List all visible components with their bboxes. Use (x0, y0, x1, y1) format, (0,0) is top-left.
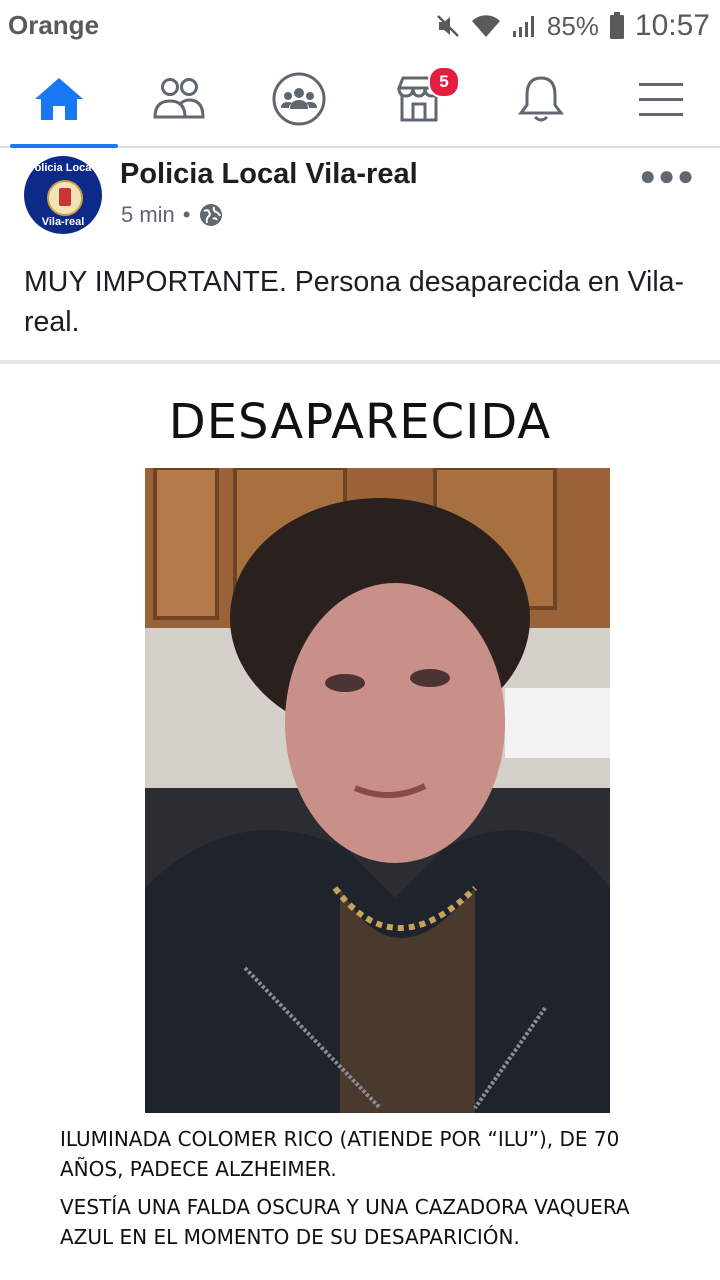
clock: 10:57 (634, 9, 710, 42)
status-bar: Orange 85% 10:57 (0, 0, 720, 52)
missing-person-photo (145, 468, 610, 1113)
home-icon (35, 78, 83, 120)
poster-description-line-1: ILUMINADA COLOMER RICO (ATIENDE POR “ILU… (60, 1127, 620, 1181)
hamburger-menu-icon (639, 83, 683, 116)
avatar-text-top: olicia Loca (34, 162, 92, 174)
poster-title: DESAPARECIDA (168, 394, 552, 450)
tab-friends[interactable] (124, 52, 234, 146)
poster-description: ILUMINADA COLOMER RICO (ATIENDE POR “ILU… (60, 1124, 660, 1260)
groups-icon (272, 72, 326, 126)
avatar-text-bottom: Vila-real (41, 216, 85, 228)
page-name[interactable]: Policia Local Vila-real (120, 158, 418, 191)
status-icons: 85% 10:57 (435, 8, 710, 44)
tab-marketplace[interactable]: 5 (364, 52, 474, 146)
friends-icon (153, 78, 205, 119)
post-time[interactable]: 5 min (121, 202, 175, 228)
post-image[interactable]: DESAPARECIDA ILUMINADA COLOMER RICO (ATI… (0, 364, 720, 1280)
carrier-name: Orange (8, 10, 100, 40)
post-header: olicia Loca Vila-real Policia Local Vila… (0, 148, 720, 240)
tab-notifications[interactable] (486, 52, 596, 146)
avatar[interactable]: olicia Loca Vila-real (24, 156, 102, 234)
battery-percent: 85% (546, 10, 599, 41)
more-options-icon[interactable]: ●●● (639, 160, 696, 192)
top-navigation: 5 (0, 52, 720, 148)
wifi-icon (471, 13, 501, 39)
battery-icon (609, 12, 625, 40)
mute-icon (435, 13, 461, 39)
marketplace-badge: 5 (428, 66, 460, 98)
post-meta: 5 min • (121, 202, 223, 228)
poster-description-line-2: VESTÍA UNA FALDA OSCURA Y UNA CAZADORA V… (60, 1195, 630, 1249)
tab-menu[interactable] (606, 52, 716, 146)
tab-home[interactable] (4, 52, 118, 148)
police-seal-icon (47, 180, 83, 216)
meta-separator: • (182, 202, 191, 227)
globe-icon (199, 204, 222, 226)
tab-groups[interactable] (244, 52, 354, 146)
bell-icon (518, 76, 564, 122)
post-text: MUY IMPORTANTE. Persona desaparecida en … (24, 266, 685, 338)
signal-icon (511, 13, 537, 39)
